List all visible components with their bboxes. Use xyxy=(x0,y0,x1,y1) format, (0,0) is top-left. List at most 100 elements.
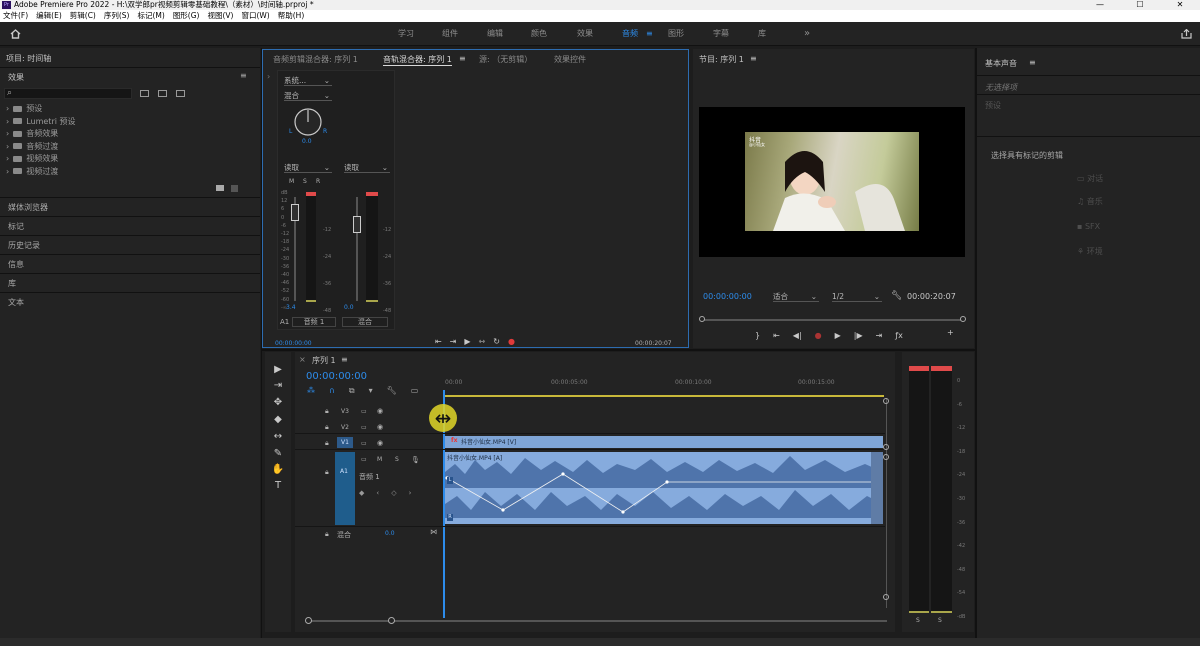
pan-value[interactable]: 0.0 xyxy=(302,138,312,145)
record-icon[interactable]: ● xyxy=(508,337,515,346)
mixer-expand-arrow[interactable]: › xyxy=(267,72,270,81)
a1-solo-button[interactable]: S xyxy=(395,456,399,463)
nest-icon[interactable]: ⁂ xyxy=(307,386,315,396)
output-select[interactable]: 系统... ⌄ xyxy=(284,75,332,86)
media-browser-panel[interactable]: 媒体浏览器 xyxy=(0,197,260,216)
channel1-automation-select[interactable]: 读取 ⌄ xyxy=(284,162,332,173)
go-to-out-point-icon[interactable]: ⇥ xyxy=(876,331,883,340)
v1-lock-icon[interactable]: 🔒︎ xyxy=(325,439,329,448)
step-forward-icon[interactable]: |▶ xyxy=(854,331,863,340)
go-to-in-icon[interactable]: ⇤ xyxy=(435,337,442,346)
ch1-solo-button[interactable]: S xyxy=(303,178,307,185)
workspace-effects[interactable]: 效果 xyxy=(577,22,593,46)
v3-lock-icon[interactable]: 🔒︎ xyxy=(325,407,329,416)
libraries-panel[interactable]: 库 xyxy=(0,273,260,292)
mix-mode-select[interactable]: 混合 ⌄ xyxy=(284,90,332,101)
ch1-fader-handle[interactable] xyxy=(291,204,299,221)
menu-file[interactable]: 文件(F) xyxy=(3,10,28,22)
captions-icon[interactable]: ▭ xyxy=(411,386,419,396)
prev-keyframe-icon[interactable]: ‹ xyxy=(376,489,379,497)
v2-sync-icon[interactable]: ▭ xyxy=(361,424,367,431)
video-clip[interactable]: fx 抖音小仙女.MP4 [V] xyxy=(445,436,883,448)
add-marker-icon[interactable]: ▾ xyxy=(369,386,373,396)
ch1-record-button[interactable]: R xyxy=(316,178,320,185)
ch2-clip-indicator[interactable] xyxy=(366,192,378,196)
microphone-icon[interactable]: 🎙︎ xyxy=(411,456,420,464)
new-custom-bin-icon[interactable] xyxy=(216,185,224,191)
work-area-bar[interactable] xyxy=(443,395,884,397)
program-playhead-timecode[interactable]: 00:00:00:00 xyxy=(703,292,752,301)
menu-window[interactable]: 窗口(W) xyxy=(241,10,269,22)
a1-track-target[interactable]: A1 xyxy=(335,452,355,525)
home-icon[interactable] xyxy=(10,29,21,39)
workspace-editing[interactable]: 编辑 xyxy=(487,22,503,46)
maximize-button[interactable]: ☐ xyxy=(1120,0,1160,10)
v1-track-target[interactable]: V1 xyxy=(337,437,353,448)
yuv-icon[interactable] xyxy=(176,90,185,97)
essential-sound-title[interactable]: 基本声音 xyxy=(985,58,1017,69)
linked-selection-icon[interactable]: ⧉ xyxy=(349,386,355,396)
v2-track-label[interactable]: V2 xyxy=(341,424,349,431)
mix-lock-icon[interactable]: 🔒︎ xyxy=(325,530,329,539)
keyframe-toggle-icon[interactable]: ◆ xyxy=(359,489,364,497)
menu-graphics[interactable]: 图形(G) xyxy=(173,10,200,22)
effects-folder-video-effects[interactable]: › 视频效果 xyxy=(0,153,200,166)
program-viewer[interactable]: 抖音 @小仙女 xyxy=(699,107,965,257)
program-play-icon[interactable]: ▶ xyxy=(835,331,841,340)
sequence-tab-menu[interactable]: ≡ xyxy=(341,355,348,364)
effects-panel-title[interactable]: 效果 xyxy=(8,72,24,83)
effects-search-input[interactable]: ⌕ xyxy=(4,88,132,99)
record-voiceover-icon[interactable]: ● xyxy=(815,331,822,340)
workspace-captions[interactable]: 字幕 xyxy=(713,22,729,46)
effects-folder-audio-effects[interactable]: › 音频效果 xyxy=(0,128,200,141)
effects-folder-lumetri[interactable]: › Lumetri 预设 xyxy=(0,116,200,129)
menu-clip[interactable]: 剪辑(C) xyxy=(70,10,96,22)
timeline-timecode[interactable]: 00:00:00:00 xyxy=(306,371,367,382)
tab-effect-controls[interactable]: 效果控件 xyxy=(554,54,586,65)
audio-clip[interactable]: 抖音小仙女.MP4 [A] L R xyxy=(445,452,883,524)
history-panel[interactable]: 历史记录 xyxy=(0,235,260,254)
mix-volume-value[interactable]: 0.0 xyxy=(385,530,395,537)
ch2-track-name[interactable]: 混合 xyxy=(342,317,388,327)
v3-sync-icon[interactable]: ▭ xyxy=(361,408,367,415)
slip-tool-icon[interactable]: ↔ xyxy=(271,431,285,442)
new-bin-icon[interactable] xyxy=(140,90,149,97)
minimize-button[interactable]: — xyxy=(1080,0,1120,10)
workspace-menu-icon[interactable]: ≡ xyxy=(646,22,653,46)
info-panel[interactable]: 信息 xyxy=(0,254,260,273)
effects-folder-presets[interactable]: › 预设 xyxy=(0,103,200,116)
step-back-icon[interactable]: ◀| xyxy=(793,331,802,340)
menu-sequence[interactable]: 序列(S) xyxy=(104,10,130,22)
effects-folder-video-transitions[interactable]: › 视频过渡 xyxy=(0,166,200,179)
effects-folder-audio-transitions[interactable]: › 音频过渡 xyxy=(0,141,200,154)
playback-resolution-select[interactable]: 1/2 ⌄ xyxy=(832,291,882,302)
share-icon[interactable] xyxy=(1181,29,1192,39)
workspace-learn[interactable]: 学习 xyxy=(398,22,414,46)
workspace-color[interactable]: 颜色 xyxy=(531,22,547,46)
project-tab[interactable]: 项目: 时间轴 xyxy=(6,53,51,64)
essential-sound-menu[interactable]: ≡ xyxy=(1029,58,1036,67)
hand-tool-icon[interactable]: ✋ xyxy=(271,464,285,475)
workspace-assembly[interactable]: 组件 xyxy=(442,22,458,46)
ch2-volume-value[interactable]: 0.0 xyxy=(344,304,354,311)
type-tool-icon[interactable]: T xyxy=(271,480,285,491)
solo-left-button[interactable]: S xyxy=(916,617,920,624)
menu-edit[interactable]: 编辑(E) xyxy=(36,10,62,22)
pan-knob[interactable] xyxy=(292,106,324,138)
sequence-tab[interactable]: 序列 1 xyxy=(312,355,336,366)
pen-tool-icon[interactable]: ✎ xyxy=(271,448,285,459)
tab-source[interactable]: 源: （无剪辑） xyxy=(479,54,532,65)
menu-view[interactable]: 视图(V) xyxy=(207,10,233,22)
add-button-icon[interactable]: + xyxy=(947,328,954,337)
text-panel[interactable]: 文本 xyxy=(0,292,260,311)
v2-lock-icon[interactable]: 🔒︎ xyxy=(325,423,329,432)
go-to-out-icon[interactable]: ⇥ xyxy=(450,337,457,346)
a1-sync-icon[interactable]: ▭ xyxy=(361,456,367,463)
ch1-clip-indicator[interactable] xyxy=(306,192,316,196)
ripple-edit-tool-icon[interactable]: ✥ xyxy=(271,397,285,408)
ch1-track-name[interactable]: 音频 1 xyxy=(292,317,336,327)
menu-help[interactable]: 帮助(H) xyxy=(278,10,305,22)
effects-panel-menu[interactable]: ≡ xyxy=(240,71,247,80)
channel2-automation-select[interactable]: 读取 ⌄ xyxy=(344,162,390,173)
close-button[interactable]: ✕ xyxy=(1160,0,1200,10)
